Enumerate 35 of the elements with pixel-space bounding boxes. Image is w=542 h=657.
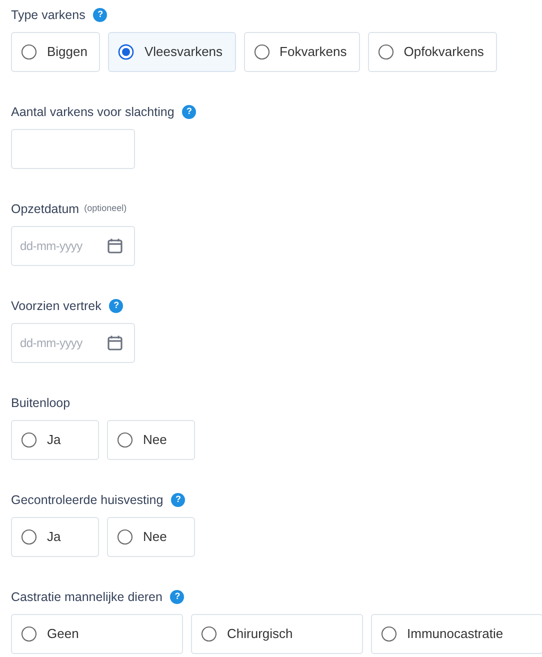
radio-icon[interactable] [117, 432, 133, 448]
radio-option[interactable]: Geen [11, 614, 183, 654]
radio-icon[interactable] [21, 529, 37, 545]
field-label: Aantal varkens voor slachting [11, 104, 174, 121]
field-label: Voorzien vertrek [11, 298, 102, 315]
number-field[interactable] [11, 129, 135, 169]
radio-icon[interactable] [117, 529, 133, 545]
radio-option[interactable]: Fokvarkens [244, 32, 360, 72]
radio-icon[interactable] [381, 626, 397, 642]
radio-option[interactable]: Nee [107, 517, 195, 557]
radio-icon[interactable] [21, 626, 37, 642]
field-label: Castratie mannelijke dieren [11, 588, 162, 606]
radio-icon[interactable] [201, 626, 217, 642]
date-field[interactable]: dd-mm-yyyy [11, 323, 135, 363]
field-label: Type varkens [11, 6, 86, 24]
radio-option[interactable]: Opfokvarkens [368, 32, 497, 72]
radio-icon[interactable] [378, 44, 394, 60]
field-label: Buitenloop [11, 394, 70, 412]
field-label: Opzetdatum [11, 200, 80, 218]
radio-option[interactable]: Nee [107, 420, 195, 460]
radio-icon[interactable] [254, 44, 270, 60]
field-label: Gecontroleerde huisvesting [11, 492, 164, 509]
calendar-icon[interactable] [107, 335, 123, 351]
radio-option[interactable]: Ja [11, 517, 99, 557]
radio-option[interactable]: Vleesvarkens [108, 32, 236, 72]
radio-icon[interactable] [21, 432, 37, 448]
radio-option[interactable]: Ja [11, 420, 99, 460]
calendar-icon[interactable] [107, 238, 123, 254]
radio-icon[interactable] [118, 44, 134, 60]
radio-option[interactable]: Chirurgisch [191, 614, 363, 654]
radio-icon[interactable] [21, 44, 37, 60]
radio-option[interactable]: Biggen [11, 32, 100, 72]
optional-note: (optioneel) [84, 202, 127, 216]
radio-option[interactable]: Immunocastratie [371, 614, 542, 654]
date-field[interactable]: dd-mm-yyyy [11, 226, 135, 266]
